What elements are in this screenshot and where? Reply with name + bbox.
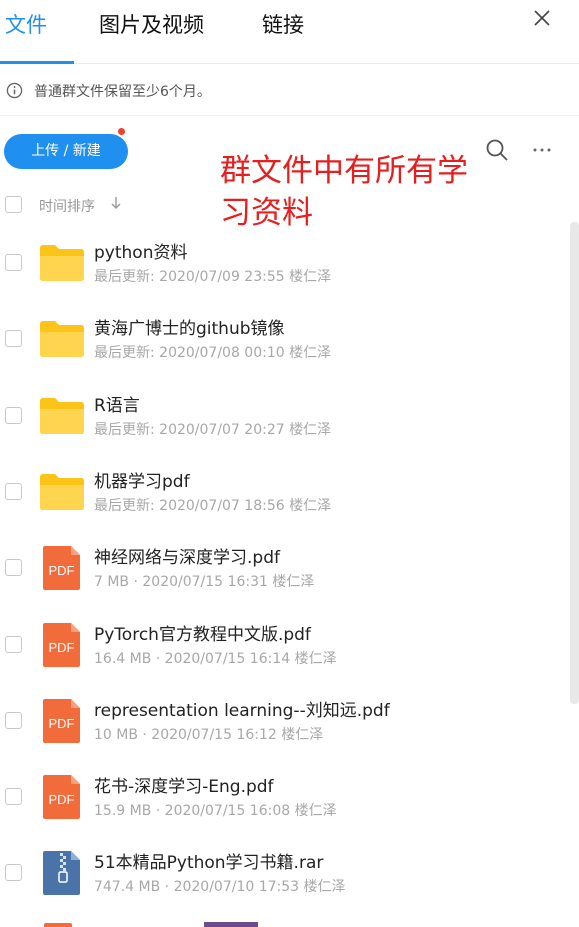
file-row[interactable]: PDF 花书-深度学习-Eng.pdf 15.9 MB · 2020/07/15 1… <box>0 758 570 834</box>
pdf-file-icon: PDF <box>38 544 86 592</box>
file-row[interactable]: PDF 神经网络与深度学习.pdf 7 MB · 2020/07/15 16:31 … <box>0 529 570 605</box>
file-list: python资料最后更新: 2020/07/09 23:55 楼仁泽黄海广博士的… <box>0 224 579 927</box>
file-checkbox[interactable] <box>5 711 22 729</box>
tab-links[interactable]: 链接 <box>262 9 304 39</box>
notice-text: 普通群文件保留至少6个月。 <box>34 84 211 100</box>
file-meta: 7 MB · 2020/07/15 16:31 楼仁泽 <box>94 574 315 591</box>
file-name[interactable]: R语言 <box>94 391 140 416</box>
file-row[interactable]: R语言最后更新: 2020/07/07 20:27 楼仁泽 <box>0 377 570 453</box>
upload-new-button[interactable]: 上传 / 新建 <box>4 134 128 169</box>
pdf-badge-label: PDF <box>48 563 75 579</box>
pdf-file-icon: PDF <box>38 697 86 745</box>
file-checkbox[interactable] <box>5 635 22 653</box>
file-meta: 最后更新: 2020/07/09 23:55 楼仁泽 <box>94 269 332 285</box>
file-checkbox[interactable] <box>5 864 22 882</box>
file-meta: 747.4 MB · 2020/07/10 17:53 楼仁泽 <box>94 879 346 896</box>
pdf-badge-label: PDF <box>48 792 75 808</box>
file-meta: 最后更新: 2020/07/07 20:27 楼仁泽 <box>94 421 332 438</box>
select-all-checkbox[interactable] <box>5 196 22 213</box>
tab-bar: 文件 图片及视频 链接 <box>0 0 579 64</box>
file-meta: 16.4 MB · 2020/07/15 16:14 楼仁泽 <box>94 650 337 667</box>
file-checkbox[interactable] <box>5 482 22 500</box>
folder-icon <box>38 315 86 363</box>
file-name[interactable]: 机器学习pdf <box>94 467 190 492</box>
tab-images-videos[interactable]: 图片及视频 <box>99 9 204 39</box>
more-options-icon[interactable] <box>531 140 553 160</box>
close-icon[interactable] <box>530 6 554 30</box>
file-name[interactable]: 黄海广博士的github镜像 <box>94 314 285 339</box>
search-icon[interactable] <box>485 138 509 162</box>
file-meta: 最后更新: 2020/07/08 00:10 楼仁泽 <box>94 345 332 362</box>
file-name[interactable]: 51本精品Python学习书籍.rar <box>94 848 323 873</box>
file-row[interactable]: PDF PyTorch官方教程中文版.pdf 16.4 MB · 2020/07/1… <box>0 606 570 682</box>
pdf-badge-label: PDF <box>48 715 75 731</box>
file-row[interactable]: 黄海广博士的github镜像最后更新: 2020/07/08 00:10 楼仁泽 <box>0 300 570 376</box>
arrow-down-icon[interactable] <box>110 195 122 211</box>
file-name[interactable]: 神经网络与深度学习.pdf <box>94 543 280 568</box>
folder-icon <box>38 468 86 516</box>
archive-file-icon <box>38 849 86 897</box>
pdf-file-icon: PDF <box>38 621 86 669</box>
file-name[interactable]: representation learning--刘知远.pdf <box>94 696 390 721</box>
sort-by-time[interactable]: 时间排序 <box>39 196 95 216</box>
file-checkbox[interactable] <box>5 406 22 424</box>
file-checkbox[interactable] <box>5 559 22 577</box>
pdf-badge-label: PDF <box>48 639 75 655</box>
annotation-text: 群文件中有所有学习资料 <box>220 153 468 231</box>
pdf-file-icon: PDF <box>38 773 86 821</box>
file-row[interactable]: 51本精品Python学习书籍.rar 747.4 MB · 2020/07/10… <box>0 834 570 910</box>
scrollbar[interactable] <box>570 222 579 704</box>
file-checkbox[interactable] <box>5 330 22 348</box>
notification-dot <box>116 126 127 137</box>
folder-icon <box>38 239 86 287</box>
file-meta: 最后更新: 2020/07/07 18:56 楼仁泽 <box>94 497 332 514</box>
file-name[interactable]: PyTorch官方教程中文版.pdf <box>94 620 311 645</box>
file-meta: 15.9 MB · 2020/07/15 16:08 楼仁泽 <box>94 803 337 820</box>
retention-notice: 普通群文件保留至少6个月。 <box>0 64 579 116</box>
partial-file-icon <box>44 923 72 927</box>
file-checkbox[interactable] <box>5 254 22 271</box>
file-row[interactable]: PDF representation learning--刘知远.pdf 10 MB… <box>0 682 570 758</box>
file-name[interactable]: python资料 <box>94 238 187 263</box>
folder-icon <box>38 392 86 440</box>
file-row[interactable]: 机器学习pdf 最后更新: 2020/07/07 18:56 楼仁泽 <box>0 453 570 529</box>
file-row[interactable]: python资料最后更新: 2020/07/09 23:55 楼仁泽 <box>0 224 570 300</box>
file-meta: 10 MB · 2020/07/15 16:12 楼仁泽 <box>94 726 324 743</box>
file-checkbox[interactable] <box>5 788 22 806</box>
file-name[interactable]: 花书-深度学习-Eng.pdf <box>94 772 274 797</box>
tab-files[interactable]: 文件 <box>5 9 47 39</box>
info-icon <box>6 82 23 99</box>
partial-thumbnail <box>204 922 258 927</box>
